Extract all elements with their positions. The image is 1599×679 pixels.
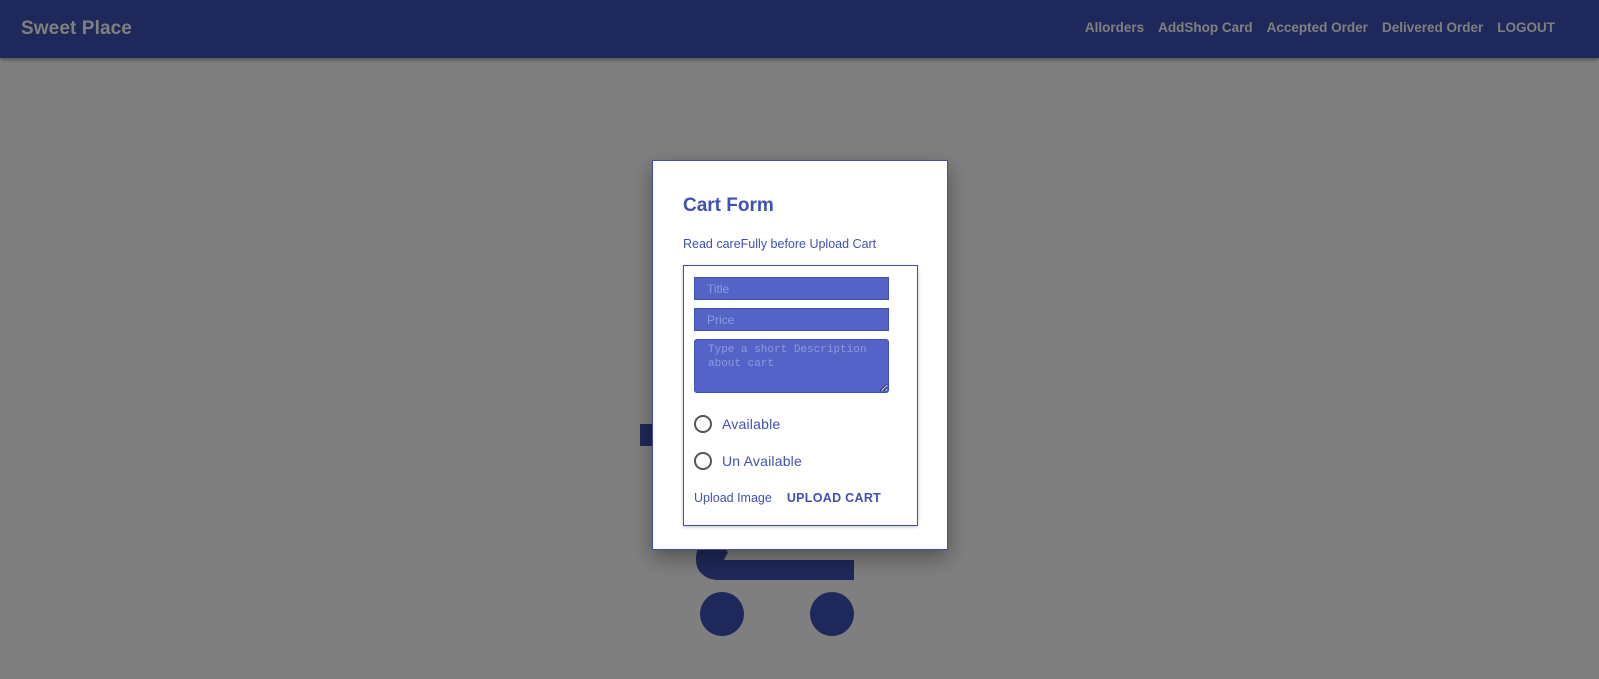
upload-image-button[interactable]: Upload Image	[694, 491, 772, 505]
description-textarea[interactable]	[694, 339, 889, 393]
form-actions: Upload Image UPLOAD CART	[694, 491, 881, 505]
title-input[interactable]	[694, 277, 889, 300]
radio-button[interactable]	[694, 415, 712, 433]
radio-button[interactable]	[694, 452, 712, 470]
price-input[interactable]	[694, 308, 889, 331]
radio-unavailable[interactable]: Un Available	[694, 452, 802, 470]
dialog-subtitle: Read careFully before Upload Cart	[683, 237, 877, 251]
dialog-title: Cart Form	[683, 195, 774, 216]
cart-form: Available Un Available Upload Image UPLO…	[683, 265, 918, 526]
radio-label: Available	[722, 416, 781, 432]
radio-available[interactable]: Available	[694, 415, 780, 433]
cart-form-dialog: Cart Form Read careFully before Upload C…	[652, 160, 948, 550]
upload-cart-button[interactable]: UPLOAD CART	[787, 491, 881, 505]
radio-label: Un Available	[722, 453, 802, 469]
